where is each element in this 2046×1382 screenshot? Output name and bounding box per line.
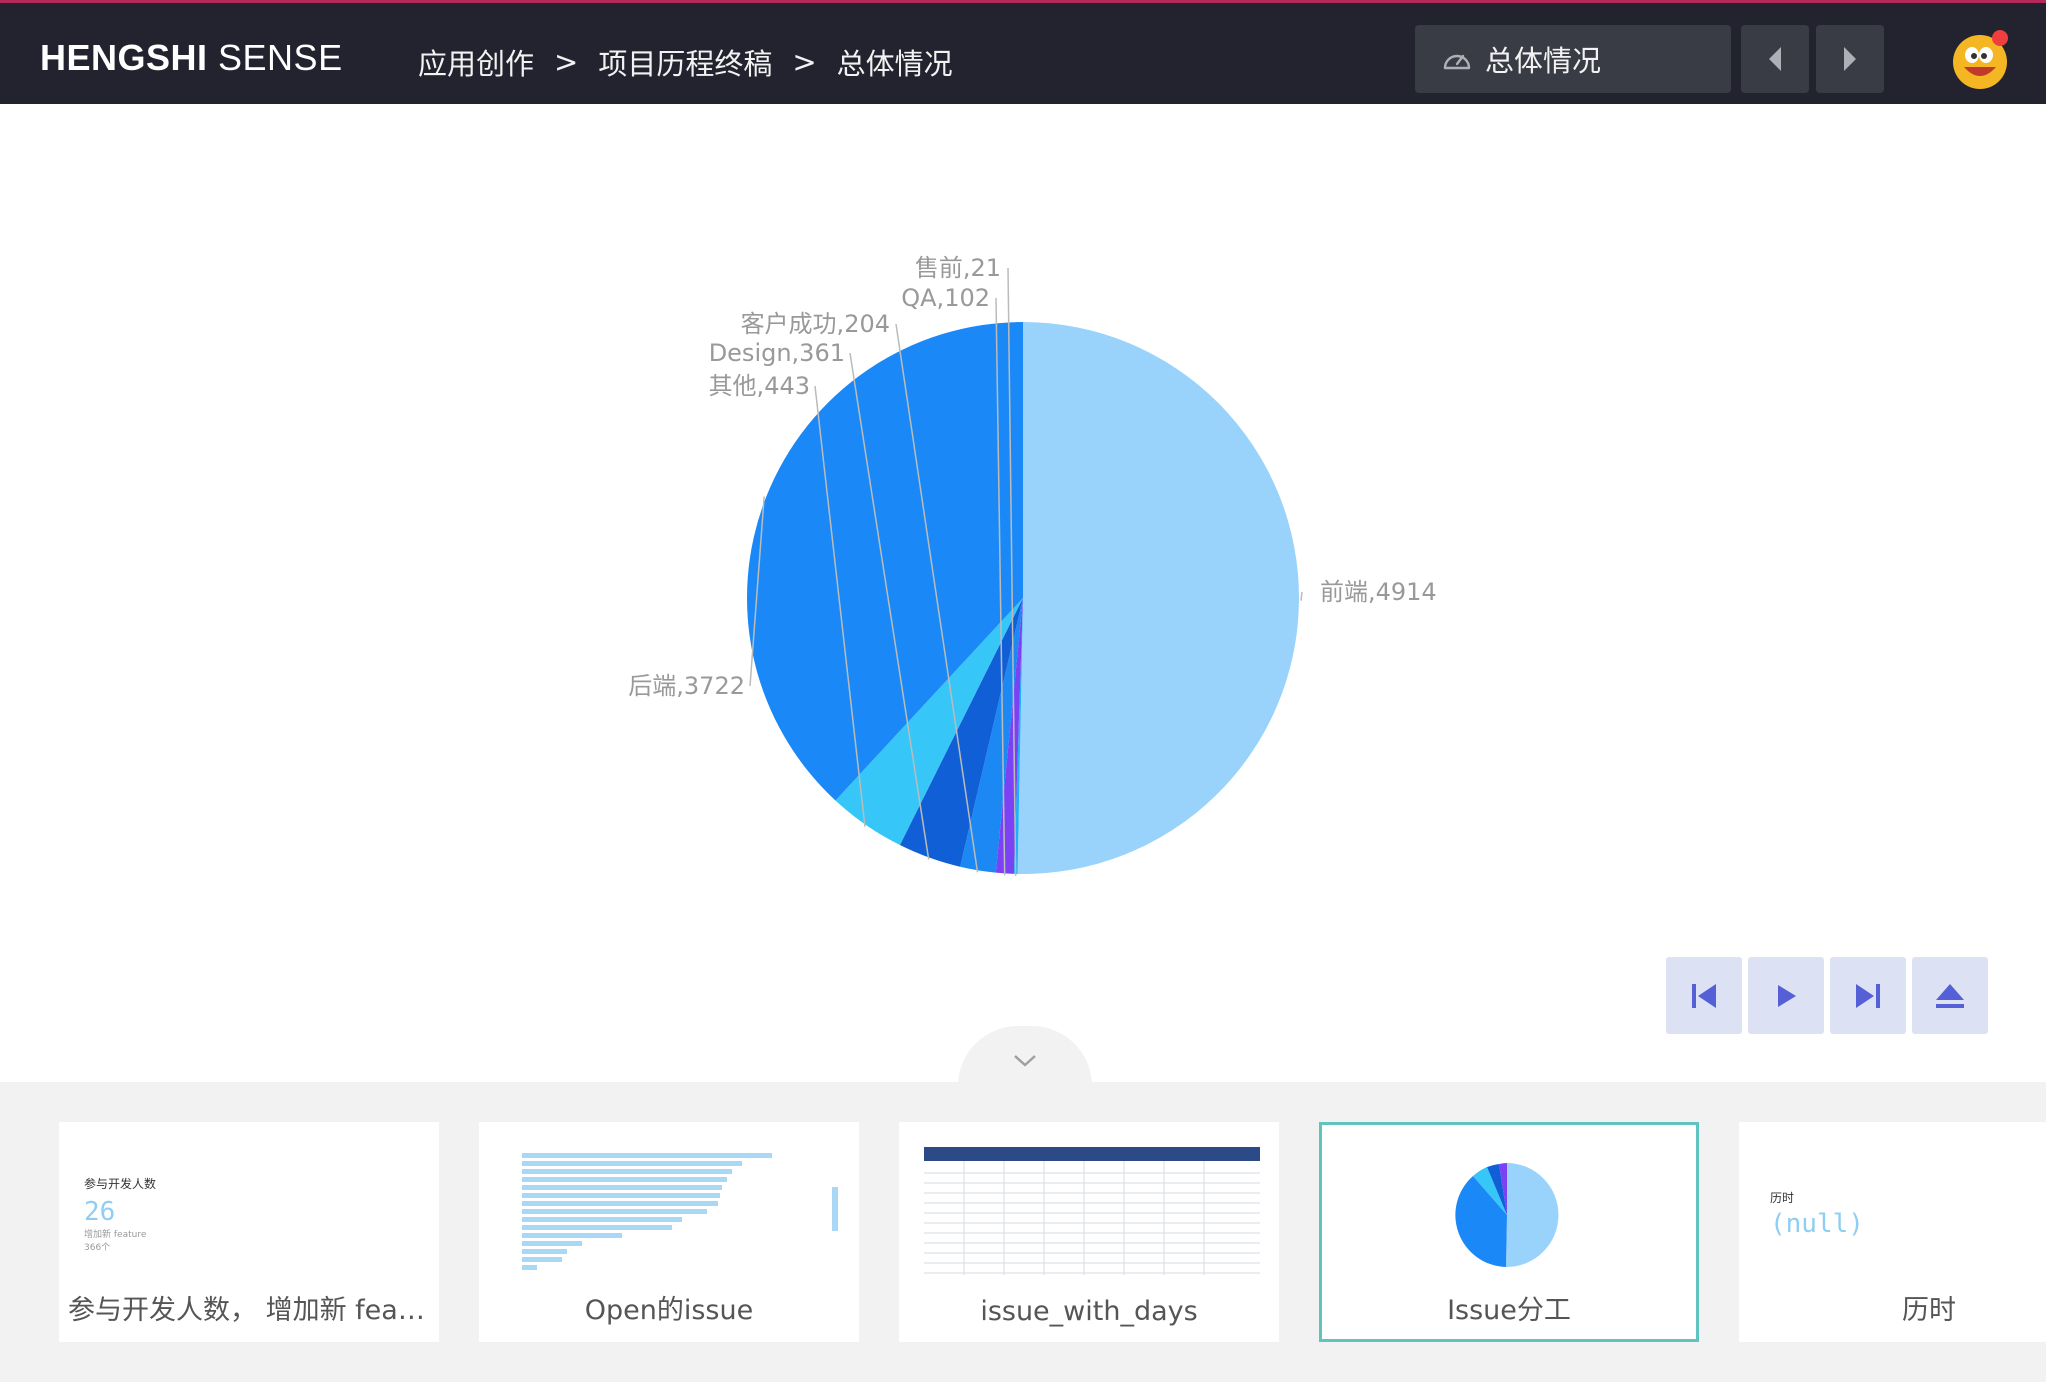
breadcrumb-separator: >: [554, 45, 579, 79]
kpi-sub-line: 366个: [84, 1243, 111, 1253]
brand-logo[interactable]: HENGSHI SENSE: [40, 37, 343, 79]
user-avatar[interactable]: [1950, 29, 2012, 91]
dashboard-app: HENGSHI SENSE 应用创作 > 项目历程终稿 > 总体情况 总体情况: [0, 0, 2046, 1382]
pie-slice-label: 前端,4914: [1320, 578, 1437, 606]
caret-left-icon: [1769, 47, 1781, 71]
gauge-icon: [1443, 54, 1471, 70]
thumbnail-issue-division[interactable]: Issue分工: [1319, 1122, 1699, 1342]
breadcrumb-item-app[interactable]: 应用创作: [418, 41, 534, 83]
caret-right-icon: [1844, 47, 1856, 71]
breadcrumb-item-current: 总体情况: [836, 47, 953, 81]
pie-slice-label: 售前,21: [915, 254, 1001, 282]
thumbnail-caption: Open的issue: [584, 1295, 754, 1326]
thumbnail-caption: 参与开发人数， 增加新 feat...: [68, 1295, 435, 1326]
next-page-button[interactable]: [1816, 25, 1884, 93]
pie-slice-前端[interactable]: [1017, 322, 1299, 874]
thumbnail-preview: 历时 (null): [1742, 1125, 2046, 1281]
thumbnail-issue-with-days[interactable]: issue_with_days: [899, 1122, 1279, 1342]
skip-to-last-button[interactable]: [1830, 957, 1906, 1034]
chevron-down-icon: [1014, 1055, 1036, 1067]
thumbnail-strip: 参与开发人数 26 增加新 feature 366个 参与开发人数， 增加新 f…: [0, 1082, 2046, 1382]
play-icon: [1778, 984, 1796, 1007]
eject-icon: [1936, 983, 1964, 1008]
kpi-title: 历时: [1770, 1191, 1795, 1205]
pie-chart: 前端,4914 售前,21QA,102 客户成功,204Design,361 其他,4…: [628, 254, 1437, 876]
breadcrumb-separator: >: [792, 45, 817, 79]
dashboard-selector-value: 总体情况: [1485, 44, 1602, 78]
previous-page-button[interactable]: [1741, 25, 1809, 93]
breadcrumb-item-project[interactable]: 项目历程终稿: [598, 41, 772, 83]
kpi-subtitle: 增加新 feature 366个: [84, 1229, 146, 1255]
pie-slice-label: 后端,3722: [628, 672, 745, 700]
pie-slice-label: Design,361: [709, 339, 845, 367]
kpi-value: (null): [1770, 1209, 1864, 1239]
skip-to-first-button[interactable]: [1666, 957, 1742, 1034]
label-leader-line: [1300, 591, 1303, 601]
chart-panel: 前端,4914 售前,21 QA,102 客户成功,204 Design,361 其他,4…: [0, 104, 2046, 1080]
playback-controls: [1666, 957, 1988, 1034]
thumbnail-duration[interactable]: 历时 (null) 历时: [1739, 1122, 2046, 1342]
eject-button[interactable]: [1912, 957, 1988, 1034]
skip-to-first-icon: [1692, 983, 1716, 1008]
brand-name-bold: HENGSHI: [40, 37, 208, 78]
thumbnail-participants[interactable]: 参与开发人数 26 增加新 feature 366个 参与开发人数， 增加新 f…: [59, 1122, 439, 1342]
brand-name-light: SENSE: [207, 37, 343, 78]
kpi-sub-line: 增加新 feature: [84, 1230, 147, 1240]
play-button[interactable]: [1748, 957, 1824, 1034]
thumbnail-preview: 参与开发人数 26 增加新 feature 366个: [62, 1125, 436, 1281]
thumbnail-caption: 历时: [1902, 1295, 1956, 1326]
thumbnail-caption: issue_with_days: [980, 1296, 1198, 1327]
thumbnail-open-issue[interactable]: Open的issue: [479, 1122, 859, 1342]
pie-chart-preview-icon: [1455, 1163, 1559, 1268]
top-bar: HENGSHI SENSE 应用创作 > 项目历程终稿 > 总体情况 总体情况: [0, 0, 2046, 104]
kpi-title: 参与开发人数: [84, 1177, 157, 1191]
pie-slice-label: QA,102: [901, 284, 990, 312]
pie-slice-label: 客户成功,204: [741, 310, 890, 338]
kpi-value: 26: [84, 1197, 116, 1227]
bar-chart-preview-icon: [522, 1153, 838, 1270]
thumbnail-caption: Issue分工: [1447, 1295, 1571, 1326]
pie-slice-label: 其他,443: [709, 372, 810, 400]
emoji-avatar-icon: [1953, 30, 2008, 89]
table-preview-icon: [924, 1147, 1260, 1275]
dashboard-selector[interactable]: 总体情况: [1415, 25, 1731, 93]
breadcrumb: 应用创作 > 项目历程终稿 > 总体情况: [418, 41, 953, 83]
skip-to-last-icon: [1856, 983, 1880, 1008]
